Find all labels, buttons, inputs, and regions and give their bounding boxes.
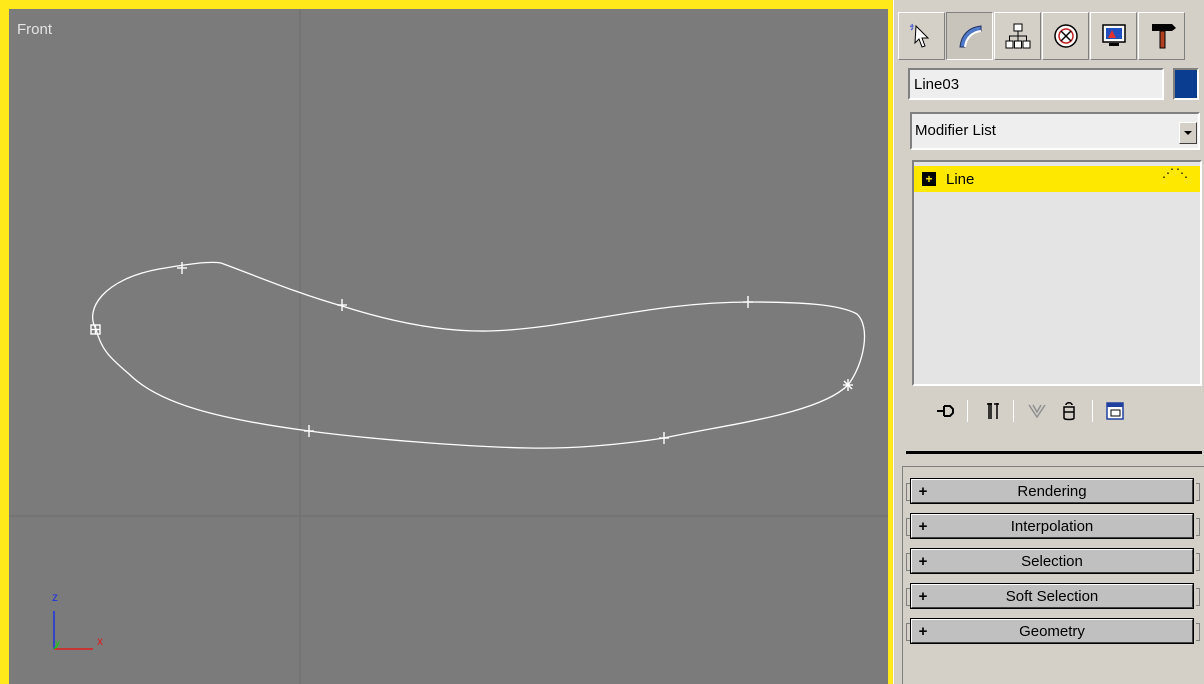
vertex [304,425,314,437]
axis-tripod: z x y [52,590,103,650]
rollout-label: Soft Selection [1005,587,1099,605]
pin-stack-icon[interactable] [932,396,962,426]
bracket [1196,518,1200,536]
bracket [906,518,910,536]
rollout-soft-selection[interactable]: + Soft Selection [906,583,1200,609]
chevron-down-icon[interactable] [1179,122,1197,144]
configure-modifier-sets-icon[interactable] [1100,396,1130,426]
viewport-canvas[interactable]: Front z x y [9,9,888,684]
bracket [906,623,910,641]
modifier-list-dropdown[interactable]: Modifier List [910,112,1200,150]
motion-icon [1051,21,1081,51]
bracket [1196,588,1200,606]
stack-toolbar [914,396,1204,426]
stack-item-label: Line [946,170,975,188]
vertex [177,262,187,274]
rollout-expand-icon: + [918,517,928,535]
tab-display[interactable] [1090,12,1137,60]
rollout-expand-icon: + [918,482,928,500]
rollout-expand-icon: + [918,622,928,640]
bracket [1196,623,1200,641]
modify-icon [955,21,985,51]
command-panel: Modifier List + Line ⋰⋱ [893,0,1204,684]
vertex [659,432,669,444]
hierarchy-icon [1003,21,1033,51]
create-icon [907,21,937,51]
vertex [337,299,347,311]
expand-icon[interactable]: + [922,172,936,186]
separator [1092,400,1093,422]
vertex [743,296,753,308]
rollout-label: Geometry [1019,622,1085,640]
show-end-result-icon[interactable] [978,396,1008,426]
separator [1013,400,1014,422]
modifier-stack[interactable]: + Line ⋰⋱ [912,160,1202,386]
rollout-rendering[interactable]: + Rendering [906,478,1200,504]
rollout-interpolation[interactable]: + Interpolation [906,513,1200,539]
viewport-drawing: z x y [9,9,888,684]
axis-z-label: z [52,590,58,604]
bracket [1196,483,1200,501]
panel-divider [906,451,1202,454]
display-icon [1099,21,1129,51]
stack-dots-icon: ⋰⋱ [1162,166,1190,180]
rollout-selection[interactable]: + Selection [906,548,1200,574]
object-name-field[interactable] [908,68,1164,100]
object-color-swatch[interactable] [1173,68,1199,100]
spline-vertices [90,262,853,444]
axis-x-label: x [97,634,103,648]
tab-create[interactable] [898,12,945,60]
spline-line03 [92,261,866,449]
rollout-area: + Rendering + Interpolation + Selection … [902,466,1204,684]
separator [967,400,968,422]
stack-item-line[interactable]: + Line ⋰⋱ [914,166,1200,192]
rollout-label: Rendering [1017,482,1087,500]
axis-y-label: y [55,638,60,649]
rollout-expand-icon: + [918,552,928,570]
tab-hierarchy[interactable] [994,12,1041,60]
rollout-label: Interpolation [1010,517,1094,535]
tab-utilities[interactable] [1138,12,1185,60]
rollout-expand-icon: + [918,587,928,605]
remove-modifier-icon[interactable] [1054,396,1084,426]
command-panel-tabs [898,12,1204,60]
bracket [1196,553,1200,571]
bracket [906,553,910,571]
bracket [906,588,910,606]
rollout-geometry[interactable]: + Geometry [906,618,1200,644]
hammer-icon [1147,21,1177,51]
bracket [906,483,910,501]
tab-modify[interactable] [946,12,993,60]
modifier-list-label: Modifier List [915,122,996,139]
first-vertex [90,324,101,335]
rollout-label: Selection [1021,552,1083,570]
front-viewport[interactable]: Front z x y [0,0,893,684]
tab-motion[interactable] [1042,12,1089,60]
make-unique-icon[interactable] [1022,396,1052,426]
